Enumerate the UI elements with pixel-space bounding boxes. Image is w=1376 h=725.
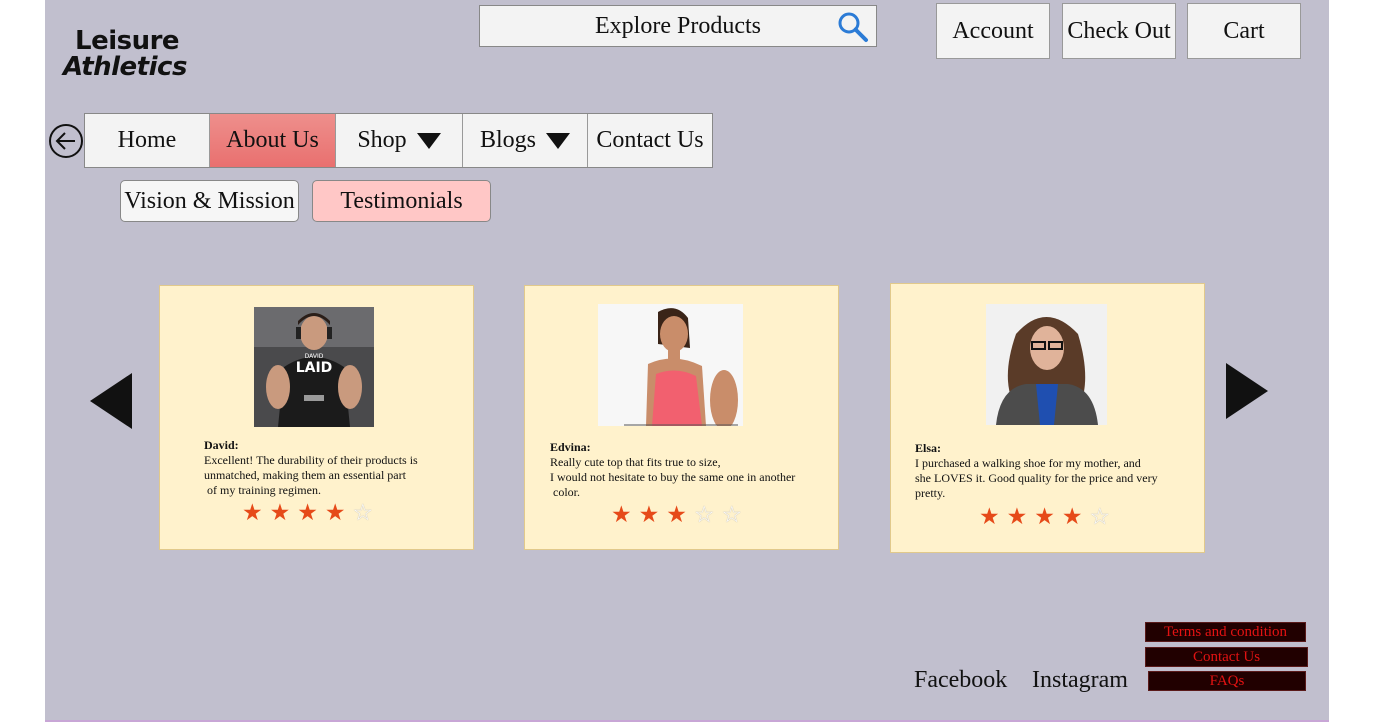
logo-line-2: Athletics (63, 52, 187, 82)
nav-item-label: Shop (357, 127, 407, 153)
review-text: David: Excellent! The durability of thei… (204, 438, 418, 498)
search-label: Explore Products (595, 12, 761, 39)
nav-item-label: Blogs (479, 127, 536, 153)
review-line: pretty. (915, 486, 946, 500)
star-empty-icon: ☆ (721, 502, 743, 528)
reviewer-photo (598, 304, 743, 426)
reviewer-name: Edvina: (550, 440, 591, 454)
reviewer-photo-illustration (598, 304, 743, 426)
nav-item-shop[interactable]: Shop (336, 114, 463, 167)
review-text: Elsa: I purchased a walking shoe for my … (915, 441, 1158, 501)
instagram-link[interactable]: Instagram (1032, 667, 1128, 694)
vision-mission-button[interactable]: Vision & Mission (120, 180, 299, 222)
star-empty-icon: ☆ (693, 502, 715, 528)
testimonials-button[interactable]: Testimonials (312, 180, 491, 222)
shirt-small-text: DAVID (304, 353, 324, 360)
reviewer-photo-illustration (986, 304, 1107, 425)
star-filled-icon: ★ (666, 502, 687, 528)
review-line: color. (550, 485, 580, 499)
testimonial-card: Edvina: Really cute top that fits true t… (524, 285, 839, 550)
brand-logo[interactable]: Leisure Athletics (63, 28, 203, 80)
nav-item-about-us[interactable]: About Us (210, 114, 336, 167)
testimonial-card: Elsa: I purchased a walking shoe for my … (890, 283, 1205, 553)
reviewer-photo (986, 304, 1107, 425)
review-line: of my training regimen. (204, 483, 321, 497)
main-nav: Home About Us Shop Blogs Contact Us (84, 113, 713, 168)
star-filled-icon: ★ (1061, 504, 1083, 530)
star-empty-icon: ☆ (1089, 504, 1111, 530)
star-rating: ★ ★ ★ ★ ☆ (242, 501, 373, 525)
star-filled-icon: ★ (1034, 504, 1055, 530)
review-line: Really cute top that fits true to size, (550, 455, 721, 469)
back-arrow-icon[interactable] (48, 123, 84, 159)
triangle-left-icon[interactable] (90, 373, 132, 429)
search-icon[interactable] (836, 10, 870, 44)
triangle-right-icon[interactable] (1226, 363, 1268, 419)
testimonial-card: DAVID LAID David: Excellent! The durabil… (159, 285, 474, 550)
review-line: Excellent! The durability of their produ… (204, 453, 418, 467)
shirt-text: LAID (295, 360, 333, 376)
account-button[interactable]: Account (936, 3, 1050, 59)
facebook-link[interactable]: Facebook (914, 667, 1007, 694)
nav-item-label: Home (117, 127, 177, 153)
reviewer-photo: DAVID LAID (254, 307, 374, 427)
logo-line-1: Leisure (75, 26, 180, 56)
star-filled-icon: ★ (269, 500, 291, 526)
footer-contact-link[interactable]: Contact Us (1145, 647, 1308, 667)
review-line: I would not hesitate to buy the same one… (550, 470, 796, 484)
star-filled-icon: ★ (611, 502, 632, 528)
star-filled-icon: ★ (297, 500, 318, 526)
review-text: Edvina: Really cute top that fits true t… (550, 440, 795, 500)
checkout-button[interactable]: Check Out (1062, 3, 1176, 59)
nav-item-label: About Us (226, 127, 319, 153)
star-filled-icon: ★ (242, 500, 263, 526)
review-line: unmatched, making them an essential part (204, 468, 406, 482)
reviewer-name: Elsa: (915, 441, 942, 455)
reviewer-name: David: (204, 438, 239, 452)
faqs-link[interactable]: FAQs (1148, 671, 1306, 691)
cart-button[interactable]: Cart (1187, 3, 1301, 59)
star-filled-icon: ★ (324, 500, 346, 526)
caret-down-icon (546, 132, 570, 149)
star-rating: ★ ★ ★ ☆ ☆ (611, 503, 742, 527)
star-rating: ★ ★ ★ ★ ☆ (979, 505, 1110, 529)
nav-item-blogs[interactable]: Blogs (463, 114, 588, 167)
nav-item-label: Contact Us (596, 127, 704, 153)
star-filled-icon: ★ (1006, 504, 1028, 530)
star-filled-icon: ★ (979, 504, 1000, 530)
caret-down-icon (416, 132, 441, 149)
terms-link[interactable]: Terms and condition (1145, 622, 1306, 642)
nav-item-home[interactable]: Home (85, 114, 210, 167)
star-filled-icon: ★ (638, 502, 660, 528)
star-empty-icon: ☆ (352, 500, 374, 526)
review-line: I purchased a walking shoe for my mother… (915, 456, 1141, 470)
nav-item-contact-us[interactable]: Contact Us (588, 114, 712, 167)
review-line: she LOVES it. Good quality for the price… (915, 471, 1158, 485)
explore-products-search[interactable]: Explore Products (479, 5, 877, 47)
